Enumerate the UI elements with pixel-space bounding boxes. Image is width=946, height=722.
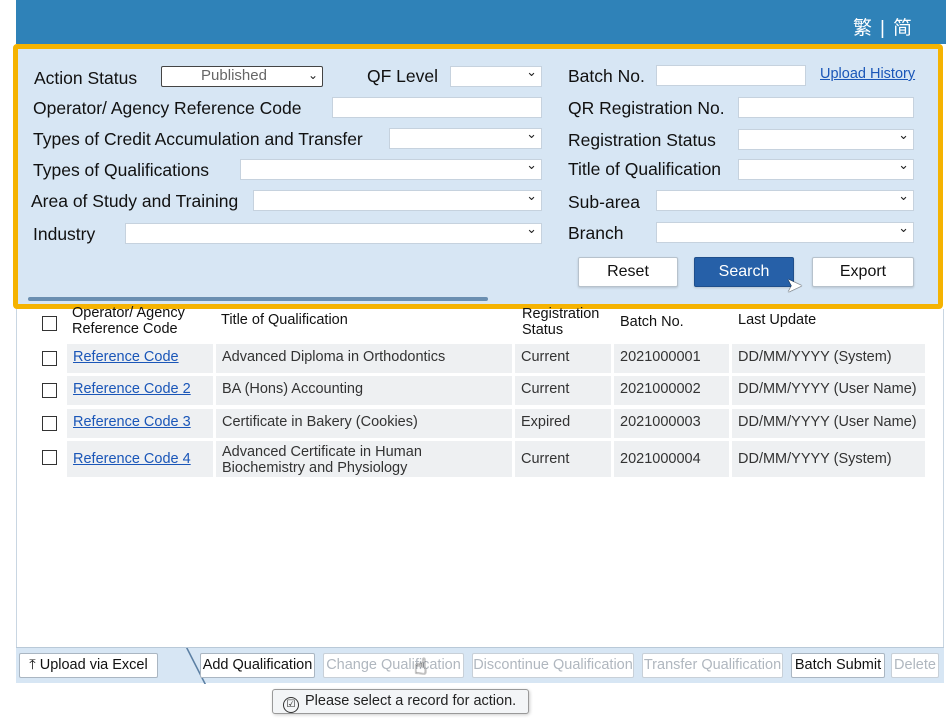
col-header-title: Title of Qualification — [221, 312, 348, 328]
table-cell-title: Certificate in Bakery (Cookies) — [216, 409, 512, 438]
reg-status-select[interactable] — [738, 127, 914, 150]
qual-types-label: Types of Qualifications — [33, 160, 210, 180]
batch-no-label: Batch No. — [568, 66, 645, 86]
table-cell-title: Advanced Diploma in Orthodontics — [216, 344, 512, 373]
upload-history-link[interactable]: Upload History — [820, 66, 915, 82]
action-status-label: Action Status — [34, 68, 138, 88]
change-qualification-button[interactable]: Change Qualification — [323, 653, 464, 678]
results-table: Operator/ Agency Reference Code Title of… — [16, 305, 944, 647]
sub-area-select[interactable] — [656, 188, 914, 211]
action-tooltip: ☑ Please select a record for action. — [272, 689, 530, 714]
table-cell-status: Current — [515, 376, 611, 405]
reg-status-label: Registration Status — [568, 130, 716, 150]
col-header-ref-line1: Operator/ Agency — [72, 305, 185, 321]
area-label: Area of Study and Training — [31, 191, 239, 211]
branch-label: Branch — [568, 223, 624, 243]
language-switch: 繁 | 简 — [853, 13, 912, 40]
operator-ref-input[interactable] — [332, 97, 542, 118]
table-cell-update: DD/MM/YYYY (System) — [732, 344, 925, 373]
action-status-select[interactable]: Published — [161, 66, 323, 87]
col-header-ref-line2: Reference Code — [72, 321, 178, 337]
row-checkbox[interactable] — [42, 383, 57, 398]
qf-level-label: QF Level — [367, 66, 438, 86]
table-cell-status: Current — [515, 344, 611, 373]
table-cell-status: Expired — [515, 409, 611, 438]
upload-via-excel-label: Upload via Excel — [39, 657, 148, 673]
col-header-status: Registration Status — [522, 306, 599, 338]
operator-ref-label: Operator/ Agency Reference Code — [33, 98, 302, 118]
export-button[interactable]: Export — [812, 257, 914, 287]
table-cell-update: DD/MM/YYYY (System) — [732, 441, 925, 477]
table-cell-ref: Reference Code 4 — [67, 441, 213, 477]
title-line2: Biochemistry and Physiology — [222, 460, 408, 476]
table-cell-title: Advanced Certificate in Human Biochemist… — [216, 441, 512, 477]
row-checkbox[interactable] — [42, 351, 57, 366]
col-header-status-line2: Status — [522, 322, 564, 338]
sub-area-label: Sub-area — [568, 192, 640, 212]
title-line1: Advanced Certificate in Human — [222, 444, 422, 460]
table-cell-batch: 2021000004 — [614, 441, 729, 477]
transfer-qualification-button[interactable]: Transfer Qualification — [642, 653, 783, 678]
add-qualification-button[interactable]: Add Qualification — [200, 653, 315, 678]
industry-select[interactable] — [125, 221, 542, 244]
batch-submit-button[interactable]: Batch Submit — [791, 653, 885, 678]
search-filter-panel: Action Status Published QF Level Batch N… — [13, 44, 943, 309]
lang-simplified-link[interactable]: 简 — [893, 18, 912, 39]
tooltip-text: Please select a record for action. — [305, 693, 517, 709]
table-cell-ref: Reference Code 2 — [67, 376, 213, 405]
upload-icon: ⤒ — [29, 657, 40, 673]
table-cell-ref: Reference Code 3 — [67, 409, 213, 438]
qr-reg-no-input[interactable] — [738, 97, 914, 118]
table-cell-batch: 2021000001 — [614, 344, 729, 373]
col-header-batch: Batch No. — [620, 314, 684, 330]
qf-level-select[interactable] — [450, 64, 542, 87]
ref-code-link[interactable]: Reference Code 3 — [73, 414, 191, 430]
table-cell-batch: 2021000003 — [614, 409, 729, 438]
col-header-status-line1: Registration — [522, 306, 600, 322]
mouse-pointer-icon: ➤ — [786, 275, 803, 297]
table-cell-batch: 2021000002 — [614, 376, 729, 405]
credit-types-label: Types of Credit Accumulation and Transfe… — [33, 129, 363, 149]
table-cell-update: DD/MM/YYYY (User Name) — [732, 409, 925, 438]
delete-button[interactable]: Delete — [891, 653, 939, 678]
row-checkbox[interactable] — [42, 416, 57, 431]
col-header-update: Last Update — [738, 312, 817, 328]
horizontal-scrollbar[interactable] — [28, 297, 488, 301]
qual-title-select[interactable] — [738, 157, 914, 180]
branch-select[interactable] — [656, 220, 914, 243]
ref-code-link[interactable]: Reference Code — [73, 349, 179, 365]
lang-separator: | — [880, 18, 885, 39]
col-header-ref: Operator/ Agency Reference Code — [72, 305, 185, 337]
table-cell-title: BA (Hons) Accounting — [216, 376, 512, 405]
industry-label: Industry — [33, 224, 96, 244]
ref-code-link[interactable]: Reference Code 2 — [73, 381, 191, 397]
search-button[interactable]: Search — [694, 257, 794, 287]
row-checkbox[interactable] — [42, 450, 57, 465]
hand-pointer-icon: ☝ — [414, 654, 428, 679]
table-cell-status: Current — [515, 441, 611, 477]
table-cell-ref: Reference Code — [67, 344, 213, 373]
select-all-checkbox[interactable] — [42, 316, 57, 331]
reset-button[interactable]: Reset — [578, 257, 678, 287]
credit-types-select[interactable] — [389, 126, 542, 149]
qual-types-select[interactable] — [240, 157, 542, 180]
qr-reg-no-label: QR Registration No. — [568, 98, 725, 118]
top-bar: 繁 | 简 — [16, 0, 946, 44]
qual-title-label: Title of Qualification — [568, 159, 722, 179]
lang-traditional-link[interactable]: 繁 — [853, 18, 872, 39]
table-cell-update: DD/MM/YYYY (User Name) — [732, 376, 925, 405]
action-bar: ⤒ Upload via Excel Add Qualification Cha… — [16, 647, 944, 684]
upload-via-excel-button[interactable]: ⤒ Upload via Excel — [19, 653, 158, 678]
area-select[interactable] — [253, 188, 542, 211]
batch-no-input[interactable] — [656, 65, 806, 86]
discontinue-qualification-button[interactable]: Discontinue Qualification — [472, 653, 634, 678]
ref-code-link[interactable]: Reference Code 4 — [73, 451, 191, 467]
checkbox-hint-icon: ☑ — [283, 697, 299, 713]
